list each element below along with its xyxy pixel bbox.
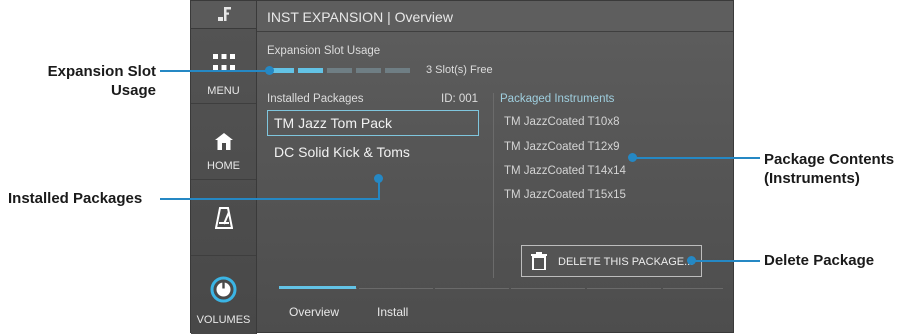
trash-icon bbox=[531, 252, 547, 273]
callout-text-line2: (Instruments) bbox=[764, 170, 860, 187]
home-icon bbox=[215, 133, 233, 155]
tab-divider bbox=[587, 288, 661, 289]
sidebar: MENU HOME VOLUMES bbox=[191, 1, 257, 334]
tab-divider bbox=[359, 288, 433, 289]
instrument-item: TM JazzCoated T14x14 bbox=[504, 165, 626, 177]
grid-menu-icon bbox=[213, 54, 235, 76]
package-id: ID: 001 bbox=[441, 93, 479, 105]
tab-install[interactable]: Install bbox=[377, 305, 408, 319]
installed-packages-header: Installed Packages bbox=[267, 93, 364, 105]
delete-button-label: DELETE THIS PACKAGE... bbox=[558, 256, 694, 268]
callout-dot-slot-usage bbox=[265, 66, 274, 75]
callout-installed-packages: Installed Packages bbox=[8, 190, 143, 207]
tab-overview[interactable]: Overview bbox=[289, 305, 339, 319]
callout-line-delete bbox=[692, 260, 760, 262]
callout-line-contents bbox=[634, 157, 760, 159]
slots-free-text: 3 Slot(s) Free bbox=[426, 64, 493, 76]
tab-divider bbox=[663, 288, 723, 289]
tab-divider bbox=[511, 288, 585, 289]
instrument-item: TM JazzCoated T15x15 bbox=[504, 189, 626, 201]
callout-line-slot-usage bbox=[160, 70, 268, 72]
device-screen: MENU HOME VOLUMES INST EXPANSION | Overv… bbox=[190, 0, 734, 334]
callout-line-installed bbox=[160, 198, 379, 200]
slot-segment bbox=[298, 68, 323, 73]
sidebar-item-volumes[interactable]: VOLUMES bbox=[191, 257, 256, 334]
page-title: INST EXPANSION | Overview bbox=[267, 9, 453, 25]
instrument-item: TM JazzCoated T10x8 bbox=[504, 116, 620, 128]
callout-expansion-slot-usage: Expansion Slot Usage bbox=[36, 62, 156, 100]
instrument-item: TM JazzCoated T12x9 bbox=[504, 141, 620, 153]
sidebar-item-label: VOLUMES bbox=[196, 314, 251, 326]
delete-package-button[interactable]: DELETE THIS PACKAGE... bbox=[521, 245, 702, 277]
callout-dot-contents bbox=[628, 153, 637, 162]
slot-segment bbox=[327, 68, 352, 73]
sidebar-item-label: HOME bbox=[207, 160, 240, 172]
callout-text-line1: Expansion Slot bbox=[47, 63, 156, 80]
callout-package-contents: Package Contents (Instruments) bbox=[764, 150, 894, 188]
logo-button bbox=[191, 1, 256, 29]
sidebar-item-metronome[interactable] bbox=[191, 181, 256, 256]
package-item[interactable]: TM Jazz Tom Pack bbox=[274, 115, 392, 131]
package-item[interactable]: DC Solid Kick & Toms bbox=[274, 144, 410, 160]
callout-delete-package: Delete Package bbox=[764, 252, 875, 269]
sidebar-item-label: MENU bbox=[207, 85, 240, 97]
callout-text-line1: Package Contents bbox=[764, 151, 895, 168]
slot-segment bbox=[385, 68, 410, 73]
sidebar-item-menu[interactable]: MENU bbox=[191, 30, 256, 104]
metronome-icon bbox=[214, 207, 234, 234]
title-bar: INST EXPANSION | Overview bbox=[257, 1, 733, 32]
callout-dot-delete bbox=[687, 256, 696, 265]
slot-usage-label: Expansion Slot Usage bbox=[267, 45, 381, 57]
packaged-instruments-header: Packaged Instruments bbox=[500, 93, 615, 105]
active-tab-indicator bbox=[279, 286, 356, 289]
slot-segment bbox=[356, 68, 381, 73]
logo-icon bbox=[218, 6, 232, 27]
tab-divider bbox=[435, 288, 509, 289]
callout-dot-installed bbox=[374, 174, 383, 183]
sidebar-item-home[interactable]: HOME bbox=[191, 105, 256, 180]
volume-knob-icon bbox=[210, 276, 237, 308]
callout-text-line2: Usage bbox=[110, 82, 156, 99]
column-divider bbox=[493, 93, 494, 278]
